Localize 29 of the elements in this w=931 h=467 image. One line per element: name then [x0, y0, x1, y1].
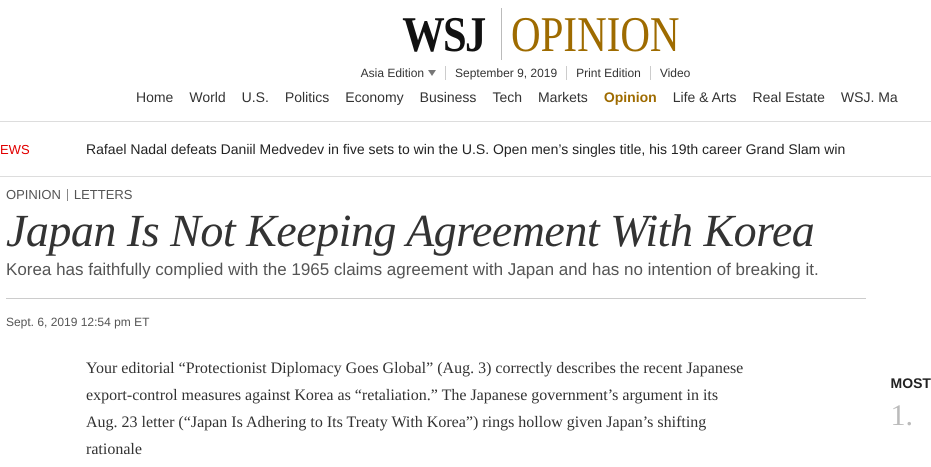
- section-title: OPINION: [510, 9, 680, 59]
- date-label: September 9, 2019: [455, 66, 558, 80]
- nav-link[interactable]: Economy: [337, 89, 412, 111]
- news-headline[interactable]: Rafael Nadal defeats Daniil Medvedev in five sets to win the U.S. Open men’s singles title, his 19th career Grand Slam win: [86, 141, 846, 157]
- nav-link[interactable]: U.S.: [234, 89, 277, 111]
- nav-link[interactable]: Life & Arts: [664, 89, 745, 111]
- edition-link[interactable]: Video: [660, 66, 690, 80]
- timestamp: Sept. 6, 2019 12:54 pm ET: [6, 315, 150, 329]
- nav-link[interactable]: WSJ. Ma: [832, 89, 906, 111]
- edition-link[interactable]: Print Edition: [576, 66, 641, 80]
- nav-link[interactable]: World: [181, 89, 234, 111]
- article-subtitle: Korea has faithfully complied with the 1965 claims agreement with Japan and has no intention of breaking it.: [6, 260, 820, 280]
- edition-dropdown[interactable]: Asia Edition: [360, 66, 436, 80]
- nav-link[interactable]: Tech: [484, 89, 530, 111]
- article-title: Japan Is Not Keeping Agreement With Korea: [6, 204, 816, 258]
- nav-link[interactable]: Markets: [530, 89, 596, 111]
- breadcrumb-link[interactable]: OPINION: [6, 187, 61, 202]
- caret-icon: [428, 70, 436, 76]
- rank-number: 1.: [890, 399, 914, 433]
- breadcrumb-link[interactable]: LETTERS: [74, 187, 132, 202]
- brand-logo[interactable]: WSJ: [402, 9, 484, 59]
- nav-link[interactable]: Opinion: [596, 89, 665, 111]
- sidebar-heading: MOST: [890, 375, 931, 391]
- nav-link[interactable]: Home: [128, 89, 182, 111]
- nav-link[interactable]: Business: [412, 89, 484, 111]
- news-label: EWS: [0, 142, 31, 156]
- nav-link[interactable]: Politics: [276, 89, 338, 111]
- article-body: Your editorial “Protectionist Diplomacy Goes Global” (Aug. 3) correctly describes the recent Japanese export-control measures against Korea as “retaliation.” The Japanese government’s argument in its Aug. 23 letter (“Japan Is Adhering to Its Treaty With Korea”) rings hollow given Japan’s shifting rationale: [86, 359, 744, 460]
- nav-link[interactable]: Real Estate: [744, 89, 833, 111]
